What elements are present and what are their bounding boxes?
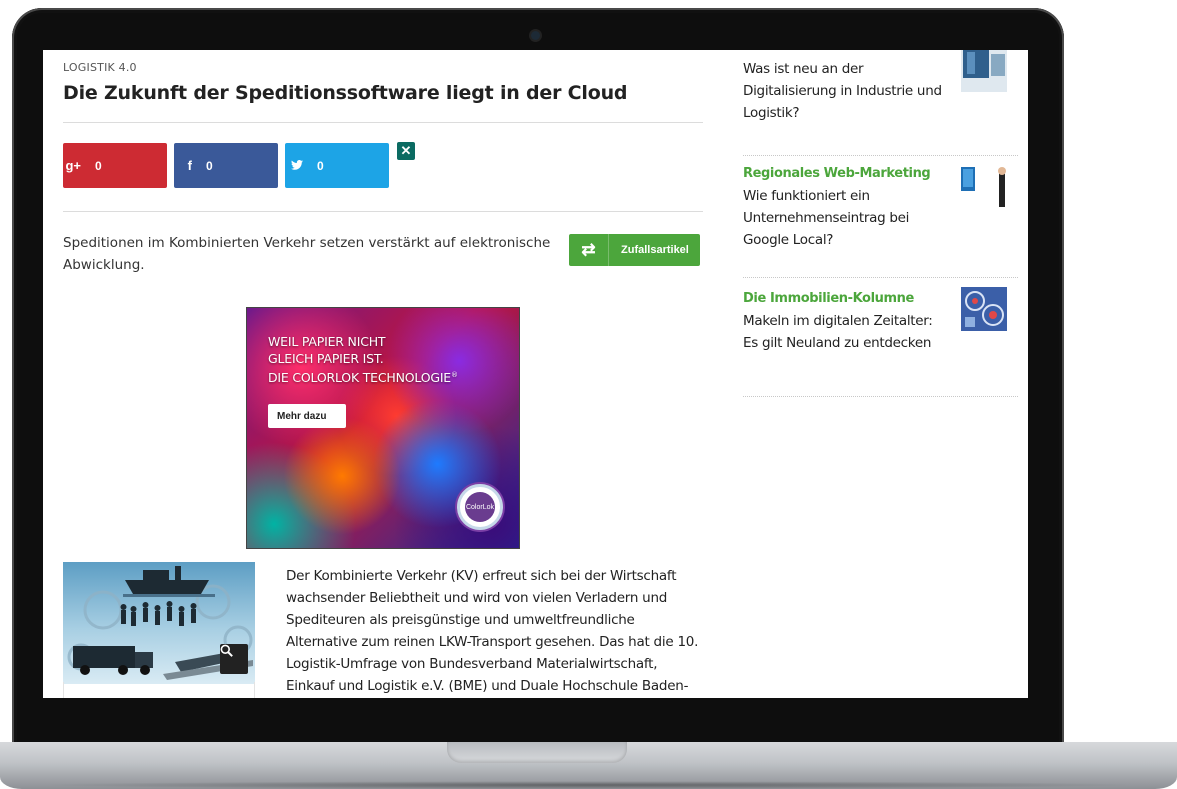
facebook-count: 0 xyxy=(206,158,213,173)
xing-icon: ✕ xyxy=(400,143,412,158)
gplus-icon: g+ xyxy=(65,158,81,173)
facebook-share-button[interactable]: f 0 xyxy=(174,143,278,188)
sidebar-item-digitalisierung[interactable]: Was ist neu an der Digitalisierung in In… xyxy=(743,58,1005,124)
colorlok-logo-text: ColorLok xyxy=(465,492,495,522)
ad-line-text: DIE COLORLOK TECHNOLOGIE xyxy=(268,370,451,386)
article-teaser: Speditionen im Kombinierten Verkehr setz… xyxy=(63,235,551,273)
divider xyxy=(743,277,1018,278)
article-image[interactable] xyxy=(63,562,255,684)
sidebar-item-web-marketing[interactable]: Regionales Web-Marketing Wie funktionier… xyxy=(743,163,1005,251)
article-body: Der Kombinierte Verkehr (KV) erfreut sic… xyxy=(286,568,699,694)
ad-more-button[interactable]: Mehr dazu xyxy=(268,404,346,428)
gplus-count: 0 xyxy=(95,158,102,173)
xing-share-button[interactable]: ✕ xyxy=(397,142,415,160)
random-article-label: Zufallsartikel xyxy=(621,244,689,256)
facebook-icon: f xyxy=(187,158,192,173)
twitter-share-button[interactable]: 0 xyxy=(285,143,389,188)
ad-line: WEIL PAPIER NICHT xyxy=(268,334,386,349)
ad-line: GLEICH PAPIER IST. xyxy=(268,351,384,366)
image-caption-box xyxy=(63,682,255,698)
divider xyxy=(743,155,1018,156)
divider xyxy=(743,396,1018,397)
colorlok-logo: ColorLok xyxy=(457,484,503,530)
shuffle-icon: ⇄ xyxy=(569,234,609,266)
gplus-share-button[interactable]: g+ 0 xyxy=(63,143,167,188)
zoom-button[interactable] xyxy=(220,644,248,674)
sidebar-item-immobilien[interactable]: Die Immobilien-Kolumne Makeln im digital… xyxy=(743,288,1005,354)
sidebar-item-text[interactable]: Makeln im digitalen Zeitalter: Es gilt N… xyxy=(743,310,943,354)
sidebar-item-text[interactable]: Wie funktioniert ein Unternehmenseintrag… xyxy=(743,185,943,251)
sidebar-item-category[interactable]: Regionales Web-Marketing xyxy=(743,163,1005,185)
ad-headline: WEIL PAPIER NICHT GLEICH PAPIER IST. DIE… xyxy=(268,333,458,386)
ad-line: DIE COLORLOK TECHNOLOGIE® xyxy=(268,367,458,386)
laptop-notch xyxy=(447,742,627,763)
camera-icon xyxy=(531,31,540,40)
article-kicker: LOGISTIK 4.0 xyxy=(63,61,137,74)
divider xyxy=(63,211,703,212)
browser-screen: LOGISTIK 4.0 Die Zukunft der Speditionss… xyxy=(43,50,1028,698)
sidebar-item-text[interactable]: Was ist neu an der Digitalisierung in In… xyxy=(743,58,943,124)
twitter-count: 0 xyxy=(317,158,324,173)
sidebar-item-category[interactable]: Die Immobilien-Kolumne xyxy=(743,288,1005,310)
page-title[interactable]: Die Zukunft der Speditionssoftware liegt… xyxy=(63,82,703,104)
ad-banner[interactable]: WEIL PAPIER NICHT GLEICH PAPIER IST. DIE… xyxy=(246,307,520,549)
registered-mark: ® xyxy=(451,371,458,379)
twitter-icon xyxy=(285,159,311,173)
laptop-shadow xyxy=(40,781,1137,789)
divider xyxy=(63,122,703,123)
random-article-button[interactable]: ⇄ Zufallsartikel xyxy=(569,234,700,266)
